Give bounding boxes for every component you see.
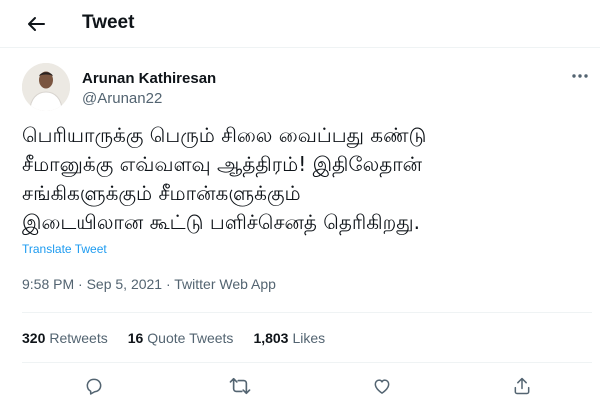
retweets-label: Retweets <box>49 330 108 346</box>
tweet-text: பெரியாருக்கு பெரும் சிலை வைப்பது கண்டு ச… <box>22 121 592 237</box>
likes-label: Likes <box>292 330 326 346</box>
tweet-line: சீமானுக்கு எவ்வளவு ஆத்திரம்! இதிலேதான் <box>22 152 423 176</box>
arrow-left-icon <box>28 17 45 31</box>
tweet-stats: 320 Retweets 16 Quote Tweets 1,803 Likes <box>22 330 345 346</box>
like-button[interactable] <box>370 374 394 398</box>
retweet-button[interactable] <box>228 374 252 398</box>
retweets-stat[interactable]: 320 Retweets <box>22 330 108 346</box>
tweet-header: Tweet <box>0 0 600 48</box>
translate-tweet-link[interactable]: Translate Tweet <box>22 242 107 256</box>
retweets-count: 320 <box>22 330 46 346</box>
tweet-line: இடையிலான கூட்டு பளிச்செனத் தெரிகிறது. <box>22 210 420 234</box>
tweet-line: சங்கிகளுக்கும் சீமான்களுக்கும் <box>22 181 301 205</box>
divider <box>22 362 592 363</box>
quote-tweets-label: Quote Tweets <box>147 330 234 346</box>
tweet-actions <box>0 368 600 400</box>
divider <box>22 312 592 313</box>
reply-button[interactable] <box>82 374 106 398</box>
back-button[interactable] <box>22 10 50 38</box>
like-icon <box>374 379 390 394</box>
share-icon <box>514 377 530 395</box>
likes-count: 1,803 <box>253 330 289 346</box>
author-name[interactable]: Arunan Kathiresan <box>82 70 216 87</box>
avatar-image <box>22 63 70 111</box>
retweet-icon <box>229 377 251 395</box>
tweet-metadata[interactable]: 9:58 PM · Sep 5, 2021 · Twitter Web App <box>22 276 276 292</box>
likes-stat[interactable]: 1,803 Likes <box>253 330 325 346</box>
quote-tweets-count: 16 <box>127 330 144 346</box>
page-title: Tweet <box>82 12 135 33</box>
more-icon <box>572 74 588 78</box>
avatar[interactable] <box>22 63 70 111</box>
share-button[interactable] <box>510 374 534 398</box>
reply-icon <box>86 378 102 395</box>
author-handle[interactable]: @Arunan22 <box>82 90 162 107</box>
more-options-button[interactable] <box>568 66 592 86</box>
quote-tweets-stat[interactable]: 16 Quote Tweets <box>128 330 234 346</box>
tweet-line: பெரியாருக்கு பெரும் சிலை வைப்பது கண்டு <box>22 123 427 147</box>
